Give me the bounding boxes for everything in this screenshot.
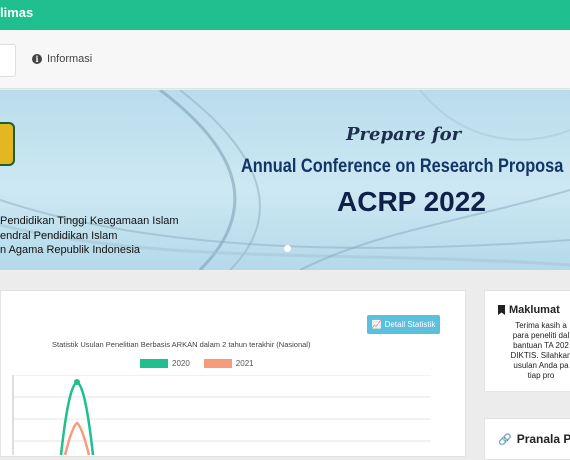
info-circle-icon: i	[32, 54, 42, 64]
link-icon: 🔗	[498, 433, 512, 446]
maklumat-title-text: Maklumat	[509, 304, 560, 316]
maklumat-line: para peneliti dal	[512, 331, 570, 340]
legend-swatch-2020	[140, 359, 168, 368]
banner-prepare-text: Prepare for	[346, 124, 462, 145]
detail-statistik-button[interactable]: 📈 Detail Statistik	[367, 315, 440, 334]
pranala-title: 🔗 Pranala P	[498, 432, 570, 446]
top-header: limas	[0, 0, 570, 30]
maklumat-card: Maklumat Terima kasih a para peneliti da…	[484, 290, 570, 392]
maklumat-title: Maklumat	[498, 304, 560, 316]
maklumat-line: usulan Anda pa	[513, 361, 569, 370]
brand-title[interactable]: limas	[0, 5, 33, 20]
maklumat-line: DIKTIS. Silahkan	[510, 351, 570, 360]
legend-swatch-2021	[203, 359, 232, 368]
line-chart-icon: 📈	[371, 320, 382, 329]
pranala-title-text: Pranala P	[516, 432, 570, 446]
legend-item-2021[interactable]: 2021	[203, 359, 254, 368]
nav-item-informasi[interactable]: i Informasi	[32, 53, 92, 65]
detail-statistik-label: Detail Statistik	[384, 320, 436, 329]
maklumat-line: bantuan TA 202	[513, 341, 569, 350]
statistics-card: 📈 Detail Statistik Statistik Usulan Pene…	[0, 290, 466, 457]
chart-legend: 2020 2021	[140, 359, 268, 368]
maklumat-line: Terima kasih a	[515, 321, 567, 330]
banner-carousel[interactable]: Prepare for Annual Conference on Researc…	[0, 90, 570, 270]
maklumat-text: Terima kasih a para peneliti dal bantuan…	[491, 321, 570, 381]
series-line-2021	[63, 421, 91, 455]
nav-menu-box[interactable]	[0, 44, 16, 77]
carousel-indicator[interactable]	[284, 245, 291, 252]
legend-item-2020[interactable]: 2020	[140, 359, 190, 368]
banner-wave-graphic	[0, 90, 570, 270]
nav-item-label: Informasi	[47, 53, 93, 65]
chart-title: Statistik Usulan Penelitian Berbasis ARK…	[52, 340, 311, 349]
navbar: i Informasi	[0, 30, 570, 89]
pranala-card: 🔗 Pranala P	[484, 418, 570, 460]
ministry-logo	[0, 122, 15, 166]
banner-line-1: Pendidikan Tinggi Keagamaan Islam	[0, 215, 179, 227]
banner-line-3: n Agama Republik Indonesia	[0, 244, 141, 256]
banner-conference-title: Annual Conference on Research Proposa	[241, 156, 564, 177]
legend-label-2020: 2020	[172, 359, 190, 368]
bookmark-icon	[498, 305, 505, 315]
maklumat-line: tiap pro	[527, 371, 555, 380]
line-chart	[12, 375, 431, 455]
legend-label-2021: 2021	[235, 359, 254, 368]
series-point-2020[interactable]	[74, 379, 80, 385]
banner-acrp-title: ACRP 2022	[337, 186, 486, 217]
banner-line-2: endral Pendidikan Islam	[0, 230, 118, 242]
